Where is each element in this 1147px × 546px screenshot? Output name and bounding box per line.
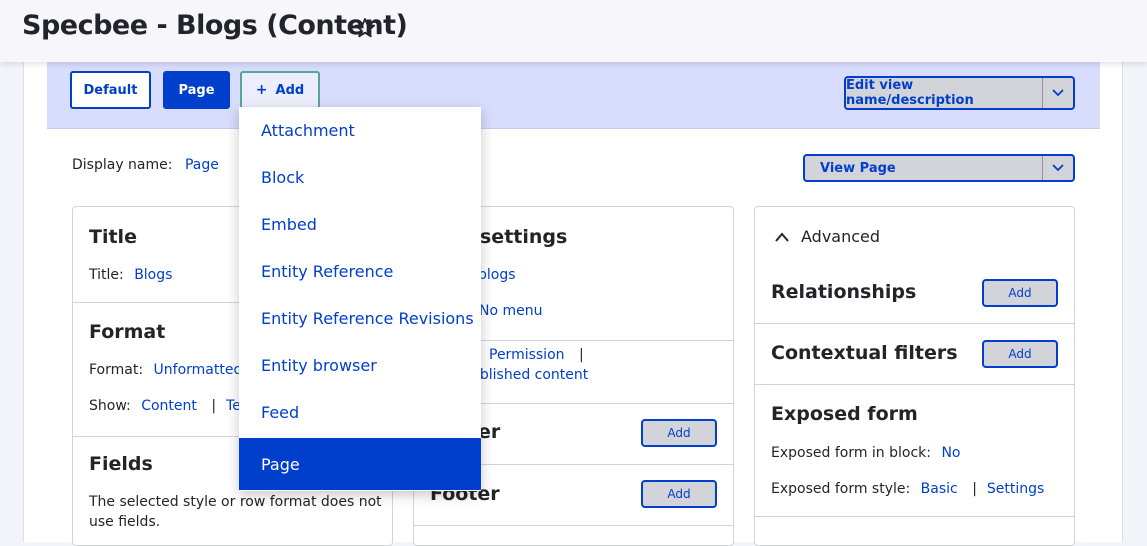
exposed-form-block-label: Exposed form in block: bbox=[771, 445, 931, 461]
chevron-down-icon[interactable] bbox=[1042, 156, 1073, 180]
format-heading: Format bbox=[89, 321, 166, 343]
add-contextual-filter-button[interactable]: Add bbox=[982, 340, 1058, 368]
page-header: Specbee - Blogs (Content) bbox=[0, 0, 1147, 62]
access-row: Permission | bbox=[489, 347, 594, 363]
menu-item-entity-browser[interactable]: Entity browser bbox=[239, 342, 481, 389]
edit-view-name-label[interactable]: Edit view name/description bbox=[846, 78, 1042, 108]
advanced-toggle[interactable]: Advanced bbox=[775, 227, 880, 246]
published-link[interactable]: ublished content bbox=[471, 367, 588, 383]
title-link[interactable]: Blogs bbox=[134, 267, 172, 283]
page-settings-heading: settings bbox=[480, 226, 568, 248]
menu-item-attachment[interactable]: Attachment bbox=[239, 107, 481, 154]
display-name-label: Display name: bbox=[72, 157, 173, 173]
page-title: Specbee - Blogs (Content) bbox=[22, 10, 408, 41]
exposed-form-section: Exposed form Exposed form in block: No E… bbox=[755, 385, 1074, 517]
view-page-label[interactable]: View Page bbox=[805, 156, 1042, 180]
column-advanced: Advanced Relationships Add Contextual fi… bbox=[754, 206, 1075, 546]
add-display-label: Add bbox=[275, 82, 305, 98]
title-row: Title: Blogs bbox=[89, 267, 172, 283]
tab-page[interactable]: Page bbox=[163, 71, 230, 109]
display-name-link[interactable]: Page bbox=[185, 157, 219, 173]
edit-view-name-button[interactable]: Edit view name/description bbox=[844, 76, 1075, 110]
exposed-form-style-row: Exposed form style: Basic | Settings bbox=[771, 481, 1044, 497]
menu-item-entity-reference-revisions[interactable]: Entity Reference Revisions bbox=[239, 295, 481, 342]
contextual-filters-section: Contextual filters Add bbox=[755, 324, 1074, 385]
add-footer-button[interactable]: Add bbox=[641, 480, 717, 508]
advanced-label: Advanced bbox=[801, 227, 881, 246]
separator: | bbox=[972, 481, 977, 497]
add-display-menu: Attachment Block Embed Entity Reference … bbox=[239, 107, 481, 491]
format-link[interactable]: Unformatted l bbox=[154, 362, 251, 378]
chevron-down-icon[interactable] bbox=[1042, 78, 1073, 108]
relationships-section: Relationships Add bbox=[755, 263, 1074, 324]
fields-heading: Fields bbox=[89, 453, 153, 475]
relationships-heading: Relationships bbox=[771, 281, 917, 303]
add-header-button[interactable]: Add bbox=[641, 419, 717, 447]
show-label: Show: bbox=[89, 398, 131, 414]
separator: | bbox=[578, 347, 584, 363]
menu-item-embed[interactable]: Embed bbox=[239, 201, 481, 248]
path-link[interactable]: blogs bbox=[478, 267, 516, 283]
contextual-filters-heading: Contextual filters bbox=[771, 342, 958, 364]
access-link[interactable]: Permission bbox=[489, 347, 565, 363]
title-label: Title: bbox=[89, 267, 124, 283]
title-heading: Title bbox=[89, 226, 137, 248]
menu-link[interactable]: No menu bbox=[479, 303, 543, 319]
exposed-form-block-link[interactable]: No bbox=[941, 445, 960, 461]
fields-note-2: use fields. bbox=[89, 514, 161, 530]
view-page-button[interactable]: View Page bbox=[803, 154, 1075, 182]
menu-item-block[interactable]: Block bbox=[239, 154, 481, 201]
display-name-row: Display name: Page bbox=[72, 157, 219, 173]
menu-item-entity-reference[interactable]: Entity Reference bbox=[239, 248, 481, 295]
menu-item-page[interactable]: Page bbox=[239, 438, 481, 490]
exposed-form-block-row: Exposed form in block: No bbox=[771, 445, 961, 461]
add-relationship-button[interactable]: Add bbox=[982, 279, 1058, 307]
exposed-form-style-label: Exposed form style: bbox=[771, 481, 911, 497]
show-link[interactable]: Content bbox=[141, 398, 197, 414]
show-row: Show: Content | Tea bbox=[89, 398, 249, 414]
exposed-form-style-link[interactable]: Basic bbox=[921, 481, 958, 497]
header-heading: er bbox=[478, 421, 501, 443]
separator: | bbox=[211, 398, 217, 414]
menu-item-feed[interactable]: Feed bbox=[239, 389, 481, 436]
format-label: Format: bbox=[89, 362, 144, 378]
exposed-form-settings-link[interactable]: Settings bbox=[987, 481, 1044, 497]
add-display-button[interactable]: + Add bbox=[240, 71, 320, 109]
fields-note: The selected style or row format does no… bbox=[89, 494, 382, 510]
star-outline-icon[interactable] bbox=[353, 16, 377, 40]
chevron-up-icon bbox=[775, 231, 789, 242]
plus-icon: + bbox=[255, 82, 268, 98]
format-row: Format: Unformatted l bbox=[89, 362, 251, 378]
exposed-form-heading: Exposed form bbox=[771, 403, 918, 425]
tab-default[interactable]: Default bbox=[70, 71, 151, 109]
